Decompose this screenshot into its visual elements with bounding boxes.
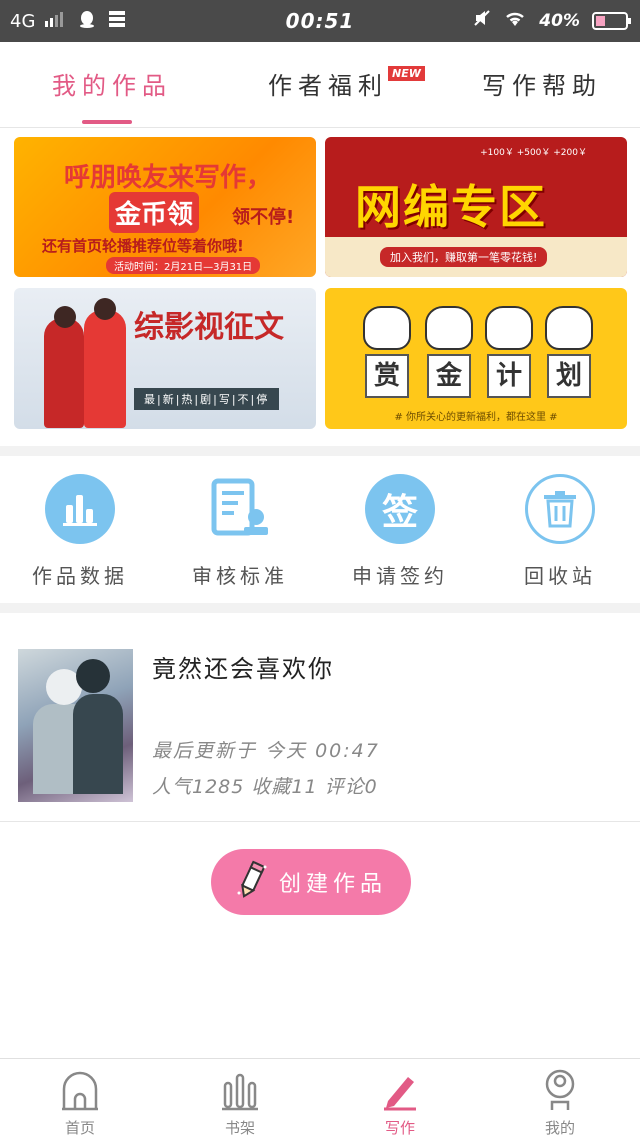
battery-label: 40%: [539, 10, 580, 31]
tab-my-works[interactable]: 我的作品: [52, 66, 172, 101]
banner-text: 金币领: [109, 192, 200, 233]
pencil-icon: [235, 859, 269, 905]
top-tab-bar: 我的作品 作者福利 NEW 写作帮助: [0, 42, 640, 128]
profile-icon: [500, 1067, 620, 1111]
banner-title: 综影视征文: [134, 310, 284, 345]
banner-text: 呼朋唤友来写作，: [64, 163, 273, 193]
banner-text: 最|新|热|剧|写|不|停: [134, 388, 280, 410]
banner-char: 赏: [365, 354, 409, 398]
cat-illustration: [425, 306, 473, 350]
banner-char: 计: [487, 354, 531, 398]
pen-icon: [340, 1067, 460, 1111]
nav-label: 首页: [64, 1119, 95, 1137]
battery-level: [596, 15, 605, 26]
status-bar: 4G 00:51 40%: [0, 0, 640, 42]
sign-icon: 签: [365, 474, 435, 544]
tool-label: 回收站: [524, 564, 596, 588]
banner-text: 加入我们，赚取第一笔零花钱!: [380, 247, 548, 267]
document-stamp-icon: [205, 474, 275, 544]
nav-label: 写作: [384, 1119, 415, 1137]
cat-illustration: [545, 306, 593, 350]
banner-text: 还有首页轮播推荐位等着你哦!: [42, 237, 244, 255]
character-illustration: [44, 318, 84, 428]
nav-profile[interactable]: 我的: [500, 1067, 620, 1138]
tool-works-data[interactable]: 作品数据: [5, 474, 155, 589]
section-divider: [0, 603, 640, 613]
work-stats: 人气1285 收藏11 评论0: [152, 776, 378, 798]
banner-text: 活动时间：2月21日—3月31日: [106, 257, 261, 274]
banner-title: 网编专区: [355, 180, 547, 234]
work-cover-image: [18, 649, 133, 802]
tool-recycle-bin[interactable]: 回收站: [485, 474, 635, 589]
cat-illustration: [363, 306, 411, 350]
create-work-label: 创建作品: [278, 872, 387, 897]
wifi-icon: [503, 9, 527, 32]
banner-text: 领不停!: [232, 207, 295, 228]
bar-chart-icon: [45, 474, 115, 544]
character-illustration: [54, 306, 76, 328]
new-badge: NEW: [388, 66, 425, 81]
nav-label: 书架: [224, 1119, 255, 1137]
tab-writing-help[interactable]: 写作帮助: [482, 66, 602, 101]
cat-illustration: [485, 306, 533, 350]
nav-bookshelf[interactable]: 书架: [180, 1067, 300, 1138]
banner-char: 金: [427, 354, 471, 398]
tool-apply-contract[interactable]: 签 申请签约: [325, 474, 475, 589]
tab-active-indicator: [82, 120, 132, 124]
tool-label: 申请签约: [352, 564, 448, 588]
banner-reward-plan[interactable]: 赏 金 计 划 # 你所关心的更新福利，都在这里 #: [325, 288, 627, 429]
cover-illustration: [76, 659, 110, 693]
banner-invite-friends[interactable]: 呼朋唤友来写作， 金币领 领不停! 还有首页轮播推荐位等着你哦! 活动时间：2月…: [14, 137, 316, 277]
nav-home[interactable]: 首页: [20, 1067, 140, 1138]
banner-char: 划: [547, 354, 591, 398]
banner-text: # 你所关心的更新福利，都在这里 #: [394, 412, 558, 423]
battery-icon: [592, 11, 631, 30]
nav-write[interactable]: 写作: [340, 1067, 460, 1138]
work-title: 竟然还会喜欢你: [152, 655, 334, 683]
bookshelf-icon: [180, 1067, 300, 1111]
status-right: 40%: [473, 9, 631, 32]
nav-label: 我的: [544, 1119, 575, 1137]
character-illustration: [94, 298, 116, 320]
banner-editor-zone[interactable]: +100￥ +500￥ +200￥ 网编专区 加入我们，赚取第一笔零花钱!: [325, 137, 627, 277]
home-icon: [20, 1067, 140, 1111]
section-divider: [0, 446, 640, 456]
mute-icon: [473, 9, 491, 32]
tool-label: 作品数据: [32, 564, 128, 588]
character-illustration: [84, 310, 126, 428]
banner-film-contest[interactable]: 综影视征文 最|新|热|剧|写|不|停: [14, 288, 316, 429]
cover-illustration: [73, 694, 123, 794]
bottom-nav-bar: 首页 书架 写作 我的: [0, 1058, 640, 1138]
work-list-item[interactable]: 竟然还会喜欢你 最后更新于 今天 00:47 人气1285 收藏11 评论0: [0, 614, 640, 822]
tool-review-standard[interactable]: 审核标准: [165, 474, 315, 589]
trash-icon: [525, 474, 595, 544]
tools-row: 作品数据 审核标准 签 申请签约 回收站: [0, 456, 640, 601]
tool-label: 审核标准: [192, 564, 288, 588]
tab-author-benefits[interactable]: 作者福利: [268, 66, 388, 101]
banner-text: +100￥ +500￥ +200￥: [480, 148, 587, 158]
create-work-button[interactable]: 创建作品: [211, 849, 411, 915]
work-updated: 最后更新于 今天 00:47: [152, 740, 380, 762]
